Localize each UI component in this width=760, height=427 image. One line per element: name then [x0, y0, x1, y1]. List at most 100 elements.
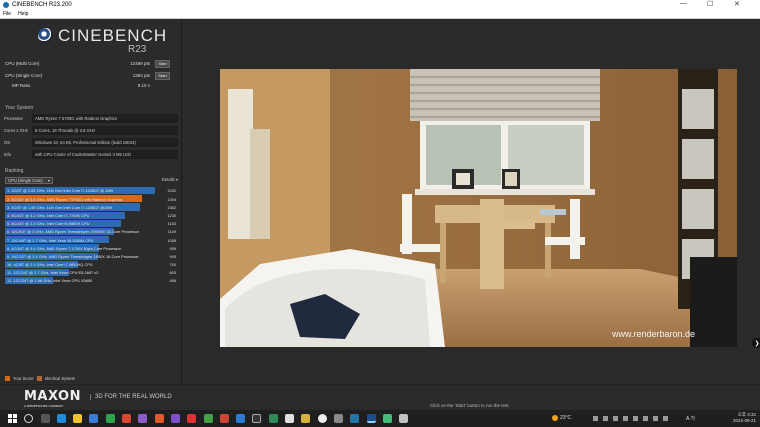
weather-temp: 23°C	[560, 415, 572, 421]
score-value: 9.10 x	[137, 83, 150, 88]
app-red2-icon[interactable]	[219, 414, 229, 423]
system-value: AMD Ryzen 7 5700G with Radeon Graphics	[32, 114, 178, 123]
store-icon[interactable]	[89, 414, 99, 423]
cinebench-logo-icon	[38, 28, 53, 43]
ranking-score: 750	[169, 262, 177, 268]
excel-icon[interactable]	[268, 414, 278, 423]
task-view-icon[interactable]	[40, 414, 50, 423]
maximize-button[interactable]: ☐	[707, 0, 713, 8]
ranking-row: 9. 16C/32T @ 3.4 GHz, AMD Ryzen Threadri…	[5, 252, 178, 261]
app-yellow-icon[interactable]	[301, 414, 311, 423]
clock[interactable]: 오후 3:32 2022-09-21	[733, 412, 756, 424]
tray-chevron-icon[interactable]	[593, 416, 598, 421]
menu-help[interactable]: Help	[18, 11, 28, 17]
score-value: 1394 pts	[132, 73, 150, 78]
close-button[interactable]: ✕	[734, 0, 740, 8]
score-label: CPU (Multi Core)	[5, 61, 40, 66]
details-button[interactable]: Details ▾	[162, 177, 178, 182]
cinebench-app-icon	[3, 2, 9, 8]
tray-volume-icon[interactable]	[613, 416, 618, 421]
score-row-single: CPU (Single Core) 1394 pts Start	[5, 71, 178, 80]
render-viewport: www.renderbaron.de	[220, 69, 737, 347]
ranking-label: 3. 4C/8T @ 1.69 GHz, 11th Gen Intel Core…	[7, 204, 113, 210]
score-label: CPU (Single Core)	[5, 73, 43, 78]
ranking-row: 6. 32C/64T @ 3 GHz, AMD Ryzen Threadripp…	[5, 227, 178, 236]
details-label: Details	[161, 177, 175, 182]
app-teal-icon[interactable]	[350, 414, 360, 423]
app-gray-icon[interactable]	[333, 414, 343, 423]
chevron-down-icon: ▾	[47, 178, 50, 183]
app-android-icon[interactable]	[203, 414, 213, 423]
start-windows-icon[interactable]	[8, 414, 17, 423]
system-row: Cores x GHz 8 Cores, 16 Threads @ 3.8 GHz	[4, 126, 178, 135]
legend-your-score: Your Score	[13, 376, 34, 381]
ranking-label: 1. 4C/8T @ 2.81 GHz, 11th Gen Intel Core…	[7, 188, 114, 194]
app-blue-icon[interactable]	[236, 414, 246, 423]
ranking-row: 5. 8C/16T @ 2.3 GHz, Intel Core i9-9880H…	[5, 219, 178, 228]
ranking-score: 1109	[167, 229, 176, 235]
taskbar: 23°C A 가 오후 3:32 2022-09-21	[0, 410, 760, 427]
start-multi-button[interactable]: Start	[155, 59, 170, 68]
ranking-score: 1058	[167, 237, 176, 243]
app-purple-icon[interactable]	[138, 414, 148, 423]
tray-app5-icon[interactable]	[663, 416, 668, 421]
tray-app2-icon[interactable]	[633, 416, 638, 421]
ranking-row: 11. 12C/24T @ 2.7 GHz, Intel Xeon CPU E5…	[5, 268, 178, 277]
edge-icon[interactable]	[56, 414, 66, 423]
footer: MAXON A NEMETSCHEK COMPANY 3D FOR THE REA…	[0, 384, 760, 410]
maxon-brand: MAXON	[24, 389, 81, 404]
app-green-icon[interactable]	[105, 414, 115, 423]
input-language[interactable]: A 가	[686, 415, 695, 422]
app-red-icon[interactable]	[187, 414, 197, 423]
ranking-score: 1183	[167, 221, 176, 227]
tray-network-icon[interactable]	[603, 416, 608, 421]
chrome-icon[interactable]	[122, 414, 132, 423]
tray-app1-icon[interactable]	[623, 416, 628, 421]
ranking-label: 6. 32C/64T @ 3 GHz, AMD Ryzen Threadripp…	[7, 229, 140, 235]
ranking-select-value: CPU (Single Core)	[8, 178, 43, 183]
tray-app3-icon[interactable]	[643, 416, 648, 421]
ranking-label: 10. 4C/8T @ 2.3 GHz, Intel Core i7-4850H…	[7, 262, 93, 268]
ranking-label: 4. 8C/16T @ 4.2 GHz, Intel Core i7-7700K…	[7, 212, 90, 218]
menu-file[interactable]: File	[3, 11, 11, 17]
ranking-row: 4. 8C/16T @ 4.2 GHz, Intel Core i7-7700K…	[5, 211, 178, 220]
search-icon[interactable]	[24, 414, 34, 423]
window-title: CINEBENCH R23.200	[12, 2, 72, 8]
weather-widget[interactable]: 23°C	[552, 415, 571, 421]
cinebench-logo: CINEBENCH R23	[38, 25, 178, 57]
ranking-select[interactable]: CPU (Single Core) ▾	[5, 177, 53, 184]
minimize-button[interactable]: —	[680, 0, 687, 7]
app-silver-icon[interactable]	[399, 414, 409, 423]
app-lime-icon[interactable]	[382, 414, 392, 423]
system-key: OS	[4, 140, 11, 145]
tray-app4-icon[interactable]	[653, 416, 658, 421]
system-value: 8 Cores, 16 Threads @ 3.8 GHz	[32, 126, 178, 135]
app-dark-icon[interactable]	[252, 414, 262, 423]
system-row: Processor AMD Ryzen 7 5700G with Radeon G…	[4, 114, 178, 123]
system-key: Info	[4, 152, 11, 157]
file-explorer-icon[interactable]	[73, 414, 83, 423]
render-image: www.renderbaron.de	[220, 69, 737, 347]
visual-studio-icon[interactable]	[170, 414, 180, 423]
ranking-score: 653	[169, 270, 177, 276]
system-heading: Your System	[5, 105, 34, 111]
your-score-swatch	[5, 376, 10, 381]
app-white-icon[interactable]	[285, 414, 295, 423]
ranking-label: 5. 8C/16T @ 2.3 GHz, Intel Core i9-9880H…	[7, 221, 90, 227]
ranking-label: 2. 8C/16T @ 3.8 GHz, AMD Ryzen 7 5700G w…	[7, 196, 123, 202]
media-player-icon[interactable]	[317, 414, 327, 423]
ranking-row: 8. 8C/16T @ 3.4 GHz, AMD Ryzen 7 1700X E…	[5, 244, 178, 252]
ranking-row: 3. 4C/8T @ 1.69 GHz, 11th Gen Intel Core…	[5, 203, 178, 211]
maxon-sub: A NEMETSCHEK COMPANY	[24, 404, 64, 408]
start-single-button[interactable]: Start	[155, 71, 170, 80]
ranking-list: 1. 4C/8T @ 2.81 GHz, 11th Gen Intel Core…	[5, 187, 178, 285]
panel-expand-arrow-icon[interactable]: ❯	[752, 338, 760, 348]
system-key: Cores x GHz	[4, 128, 28, 133]
title-bar: CINEBENCH R23.200 — ☐ ✕	[0, 0, 760, 10]
cinebench-taskbar-icon[interactable]	[366, 414, 376, 423]
left-panel: CINEBENCH R23 CPU (Multi Core) 12489 pts…	[0, 19, 182, 384]
system-value: Windows 10, 64 Bit, Professional Edition…	[32, 138, 178, 147]
ranking-heading: Ranking	[5, 168, 24, 174]
app-orange-icon[interactable]	[154, 414, 164, 423]
lang-indicator: A	[686, 416, 690, 422]
